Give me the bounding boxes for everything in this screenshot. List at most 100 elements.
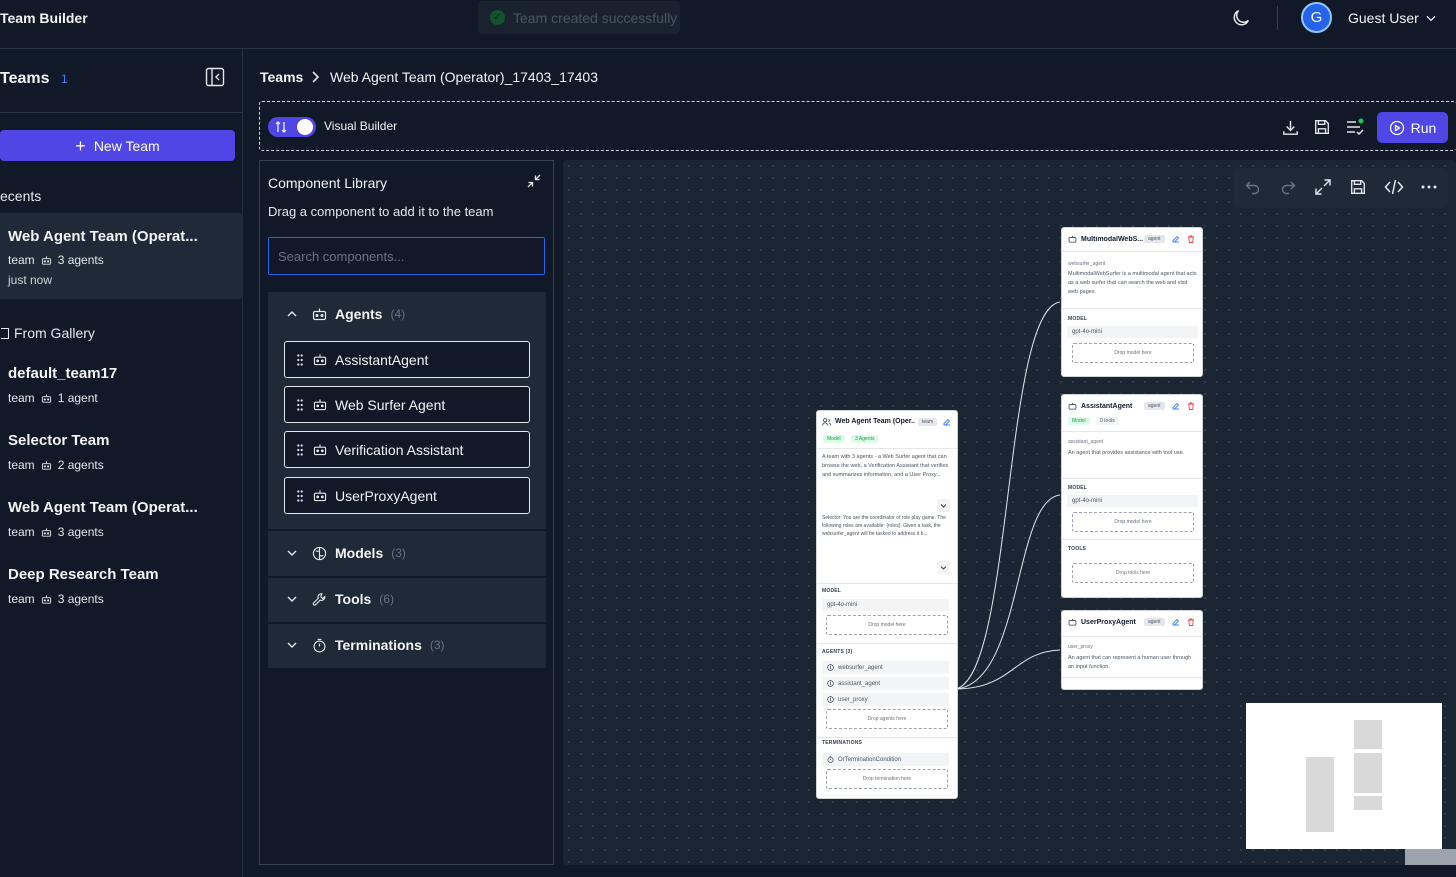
recent-team-item[interactable]: Web Agent Team (Operat... team 3 agents … xyxy=(0,213,243,299)
divider xyxy=(817,583,957,584)
agent-name: websurfer_agent xyxy=(838,664,883,671)
divider xyxy=(1062,478,1202,479)
team-name: default_team17 xyxy=(8,365,118,382)
agents-drop-zone[interactable]: Drop agents here xyxy=(826,709,948,729)
visual-builder-toggle[interactable] xyxy=(268,117,316,137)
edge-assistant xyxy=(954,494,1061,690)
gallery-team-item[interactable]: default_team17 team 1 agent xyxy=(0,358,243,414)
websurfer-agent-node[interactable]: MultimodalWebS... agent websurfer_agent … xyxy=(1061,227,1203,377)
minimap-node xyxy=(1354,720,1382,749)
fullscreen-icon[interactable] xyxy=(1314,178,1332,196)
gallery-team-item[interactable]: Deep Research Team team 3 agents xyxy=(0,559,243,615)
team-meta: team 3 agents xyxy=(8,253,104,267)
code-icon[interactable] xyxy=(1384,178,1404,196)
termination-drop-zone[interactable]: Drop termination here xyxy=(826,769,948,789)
plus-icon: + xyxy=(75,135,86,156)
minimap-node xyxy=(1354,796,1382,810)
gallery-label: From Gallery xyxy=(14,325,95,341)
expand-chevron-icon[interactable] xyxy=(937,499,950,512)
model-row: gpt-4o-mini xyxy=(1067,326,1198,338)
moon-icon[interactable] xyxy=(1230,7,1252,29)
team-time: just now xyxy=(8,273,53,287)
model-drop-zone[interactable]: Drop model here xyxy=(1072,512,1194,532)
library-title: Component Library xyxy=(268,175,388,191)
edit-icon[interactable] xyxy=(943,418,951,426)
node-description: MultimodalWebSurfer is a multimodal agen… xyxy=(1068,271,1197,295)
agent-name: user_proxy xyxy=(838,696,868,703)
team-meta: team 2 agents xyxy=(8,458,104,472)
edit-icon[interactable] xyxy=(1172,235,1180,243)
team-name: Selector Team xyxy=(8,432,110,449)
assistant-agent-node[interactable]: AssistantAgent agent Model 0 tools assis… xyxy=(1061,394,1203,598)
terminations-section-header[interactable]: Terminations (3) xyxy=(286,637,445,653)
gallery-team-item[interactable]: Web Agent Team (Operat... team 3 agents xyxy=(0,492,243,548)
component-card[interactable]: AssistantAgent xyxy=(284,341,530,378)
gallery-team-item[interactable]: Selector Team team 2 agents xyxy=(0,425,243,481)
team-name: Deep Research Team xyxy=(8,566,159,583)
save-icon[interactable] xyxy=(1313,118,1331,136)
node-type-tag: agent xyxy=(1144,235,1165,243)
chevron-down-icon[interactable] xyxy=(1424,11,1438,25)
recents-label: ecents xyxy=(0,188,42,204)
bot-icon xyxy=(41,255,51,265)
component-label: Web Surfer Agent xyxy=(335,396,446,413)
new-team-button[interactable]: + New Team xyxy=(0,130,235,161)
toggle-knob xyxy=(297,119,313,135)
more-icon[interactable] xyxy=(1420,178,1438,196)
component-search-input[interactable] xyxy=(268,237,545,275)
models-section-header[interactable]: Models (3) xyxy=(286,545,406,561)
team-kind: team xyxy=(8,525,35,539)
chevron-down-icon xyxy=(287,642,297,648)
trash-icon[interactable] xyxy=(1187,235,1195,243)
model-drop-zone[interactable]: Drop model here xyxy=(826,615,948,635)
tools-section-header[interactable]: Tools (6) xyxy=(286,591,394,607)
agent-icon xyxy=(827,696,834,703)
canvas-controls[interactable] xyxy=(1405,849,1456,865)
minimize-icon[interactable] xyxy=(526,173,542,189)
download-icon[interactable] xyxy=(1281,118,1300,137)
team-agents: 2 agents xyxy=(57,458,104,472)
chevron-down-icon xyxy=(287,550,297,556)
component-card[interactable]: Verification Assistant xyxy=(284,431,530,468)
component-card[interactable]: UserProxyAgent xyxy=(284,477,530,514)
expand-chevron-icon[interactable] xyxy=(937,561,950,574)
save-icon[interactable] xyxy=(1349,178,1367,196)
minimap-node xyxy=(1306,757,1334,832)
bot-icon xyxy=(41,393,51,403)
undo-icon[interactable] xyxy=(1244,178,1262,196)
chevron-down-icon xyxy=(287,596,297,602)
redo-icon[interactable] xyxy=(1279,178,1297,196)
component-label: AssistantAgent xyxy=(335,351,429,368)
section-label: MODEL xyxy=(1068,485,1088,491)
user-name[interactable]: Guest User xyxy=(1348,10,1419,26)
userproxy-agent-node[interactable]: UserProxyAgent agent user_proxy An agent… xyxy=(1061,610,1203,690)
node-description: An agent that provides assistance with t… xyxy=(1068,450,1185,456)
edit-icon[interactable] xyxy=(1172,402,1180,410)
node-title: AssistantAgent xyxy=(1081,403,1133,410)
selector-prompt: Selector: You are the coordinator of rol… xyxy=(822,515,946,537)
drag-handle-icon xyxy=(297,443,303,456)
sidebar-collapse-icon[interactable] xyxy=(205,67,225,87)
section-count: (6) xyxy=(379,592,394,606)
visual-builder-label: Visual Builder xyxy=(324,119,398,133)
agent-name: assistant_agent xyxy=(838,680,881,687)
section-count: (4) xyxy=(390,307,406,321)
divider xyxy=(1062,636,1202,637)
run-button[interactable]: Run xyxy=(1377,112,1448,143)
trash-icon[interactable] xyxy=(1187,402,1195,410)
bot-icon xyxy=(313,354,327,366)
termination-name: OrTerminationCondition xyxy=(838,756,902,763)
edit-icon[interactable] xyxy=(1172,618,1180,626)
trash-icon[interactable] xyxy=(1187,618,1195,626)
validate-list-icon[interactable] xyxy=(1345,118,1365,136)
team-node[interactable]: Web Agent Team (Oper... team Model 3 Age… xyxy=(816,410,958,799)
component-card[interactable]: Web Surfer Agent xyxy=(284,386,530,423)
tools-drop-zone[interactable]: Drop tools here xyxy=(1072,563,1194,583)
edge-userproxy xyxy=(954,649,1061,690)
team-agents: 3 agents xyxy=(57,525,104,539)
breadcrumb-root[interactable]: Teams xyxy=(260,69,303,85)
minimap[interactable] xyxy=(1246,703,1442,849)
model-drop-zone[interactable]: Drop model here xyxy=(1072,343,1194,363)
avatar[interactable]: G xyxy=(1301,2,1332,33)
agents-section-header[interactable]: Agents (4) xyxy=(286,306,405,322)
